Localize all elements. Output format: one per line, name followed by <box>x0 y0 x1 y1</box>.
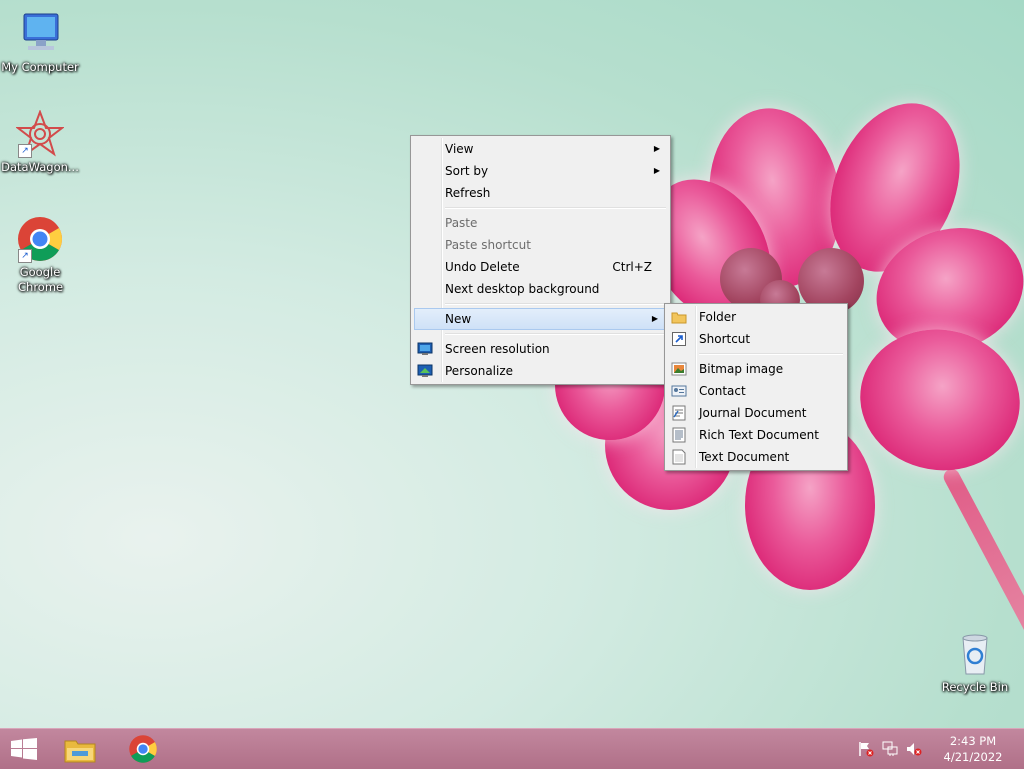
volume-muted-icon[interactable] <box>906 741 922 757</box>
datawagon-desktop-icon[interactable]: ↗ DataWagon... <box>0 109 80 175</box>
menu-item-paste: Paste <box>413 212 668 234</box>
monitor-icon <box>417 341 433 357</box>
action-center-flag-icon[interactable] <box>858 741 874 757</box>
folder-icon <box>671 309 687 325</box>
my-computer-desktop-icon[interactable]: My Computer <box>0 10 80 75</box>
clock-date: 4/21/2022 <box>943 750 1003 764</box>
menu-item-label: Next desktop background <box>445 282 600 296</box>
menu-separator <box>445 333 666 335</box>
menu-item-sort-by[interactable]: Sort by ▶ <box>413 160 668 182</box>
personalize-icon <box>417 363 433 379</box>
my-computer-label: My Computer <box>1 60 79 74</box>
desktop-context-menu: View ▶ Sort by ▶ Refresh Paste Paste sho… <box>410 135 671 385</box>
computer-icon <box>16 10 64 58</box>
taskbar-chrome-button[interactable] <box>119 733 167 765</box>
menu-item-label: Contact <box>699 384 746 398</box>
desktop[interactable]: My Computer ↗ DataWagon... ↗ Google Chro… <box>0 0 1024 728</box>
recycle-bin-desktop-icon[interactable]: Recycle Bin <box>935 630 1015 695</box>
datawagon-logo-icon: ↗ <box>15 109 65 158</box>
menu-item-label: Rich Text Document <box>699 428 819 442</box>
menu-item-undo-delete[interactable]: Undo Delete Ctrl+Z <box>413 256 668 278</box>
menu-separator <box>445 303 666 305</box>
menu-item-label: Undo Delete <box>445 260 520 274</box>
taskbar: 2:43 PM 4/21/2022 <box>0 728 1024 769</box>
menu-item-label: Personalize <box>445 364 514 378</box>
menu-item-screen-resolution[interactable]: Screen resolution <box>413 338 668 360</box>
bitmap-image-icon <box>671 361 687 377</box>
menu-item-new[interactable]: New ▶ <box>414 308 667 330</box>
menu-item-new-bitmap[interactable]: Bitmap image <box>667 358 845 380</box>
menu-item-label: View <box>445 142 474 156</box>
submenu-arrow-icon: ▶ <box>653 144 660 153</box>
menu-item-label: Journal Document <box>699 406 807 420</box>
menu-item-view[interactable]: View ▶ <box>413 138 668 160</box>
menu-separator <box>699 353 843 355</box>
submenu-arrow-icon: ▶ <box>653 166 660 175</box>
menu-item-label: Paste shortcut <box>445 238 531 252</box>
menu-item-label: Text Document <box>699 450 790 464</box>
chrome-label: Google Chrome <box>18 265 64 294</box>
menu-item-new-folder[interactable]: Folder <box>667 306 845 328</box>
menu-item-label: Sort by <box>445 164 489 178</box>
chrome-icon: ↗ <box>16 215 64 263</box>
menu-item-new-shortcut[interactable]: Shortcut <box>667 328 845 350</box>
folder-icon <box>64 736 96 767</box>
new-submenu: Folder Shortcut Bitmap image Contact Jou… <box>664 303 848 471</box>
recycle-bin-label: Recycle Bin <box>941 680 1009 694</box>
menu-item-label: Bitmap image <box>699 362 784 376</box>
datawagon-label: DataWagon... <box>1 160 79 174</box>
menu-item-label: Paste <box>445 216 478 230</box>
recycle-bin-icon <box>951 630 999 678</box>
network-icon[interactable] <box>882 741 898 757</box>
windows-logo-icon <box>11 738 37 763</box>
clock-time: 2:43 PM <box>949 734 997 748</box>
chrome-desktop-icon[interactable]: ↗ Google Chrome <box>0 215 80 295</box>
taskbar-file-explorer-button[interactable] <box>56 733 104 765</box>
menu-item-label: Folder <box>699 310 737 324</box>
menu-item-label: New <box>445 312 472 326</box>
taskbar-clock[interactable]: 2:43 PM 4/21/2022 <box>938 733 1008 765</box>
menu-separator <box>445 207 666 209</box>
chrome-icon <box>128 734 158 767</box>
menu-item-new-text-document[interactable]: Text Document <box>667 446 845 468</box>
system-tray: 2:43 PM 4/21/2022 <box>854 729 1024 769</box>
menu-item-paste-shortcut: Paste shortcut <box>413 234 668 256</box>
menu-item-new-rich-text[interactable]: Rich Text Document <box>667 424 845 446</box>
menu-item-refresh[interactable]: Refresh <box>413 182 668 204</box>
menu-item-next-desktop-background[interactable]: Next desktop background <box>413 278 668 300</box>
text-document-icon <box>671 449 687 465</box>
journal-document-icon <box>671 405 687 421</box>
keyboard-shortcut: Ctrl+Z <box>612 260 652 274</box>
menu-item-personalize[interactable]: Personalize <box>413 360 668 382</box>
shortcut-arrow-icon: ↗ <box>18 144 32 158</box>
menu-item-new-contact[interactable]: Contact <box>667 380 845 402</box>
menu-item-label: Refresh <box>445 186 491 200</box>
menu-item-new-journal[interactable]: Journal Document <box>667 402 845 424</box>
start-button[interactable] <box>0 733 48 765</box>
submenu-arrow-icon: ▶ <box>651 314 658 323</box>
shortcut-icon <box>671 331 687 347</box>
shortcut-arrow-icon: ↗ <box>18 249 32 263</box>
menu-item-label: Shortcut <box>699 332 751 346</box>
menu-item-label: Screen resolution <box>445 342 550 356</box>
rich-text-document-icon <box>671 427 687 443</box>
contact-card-icon <box>671 383 687 399</box>
